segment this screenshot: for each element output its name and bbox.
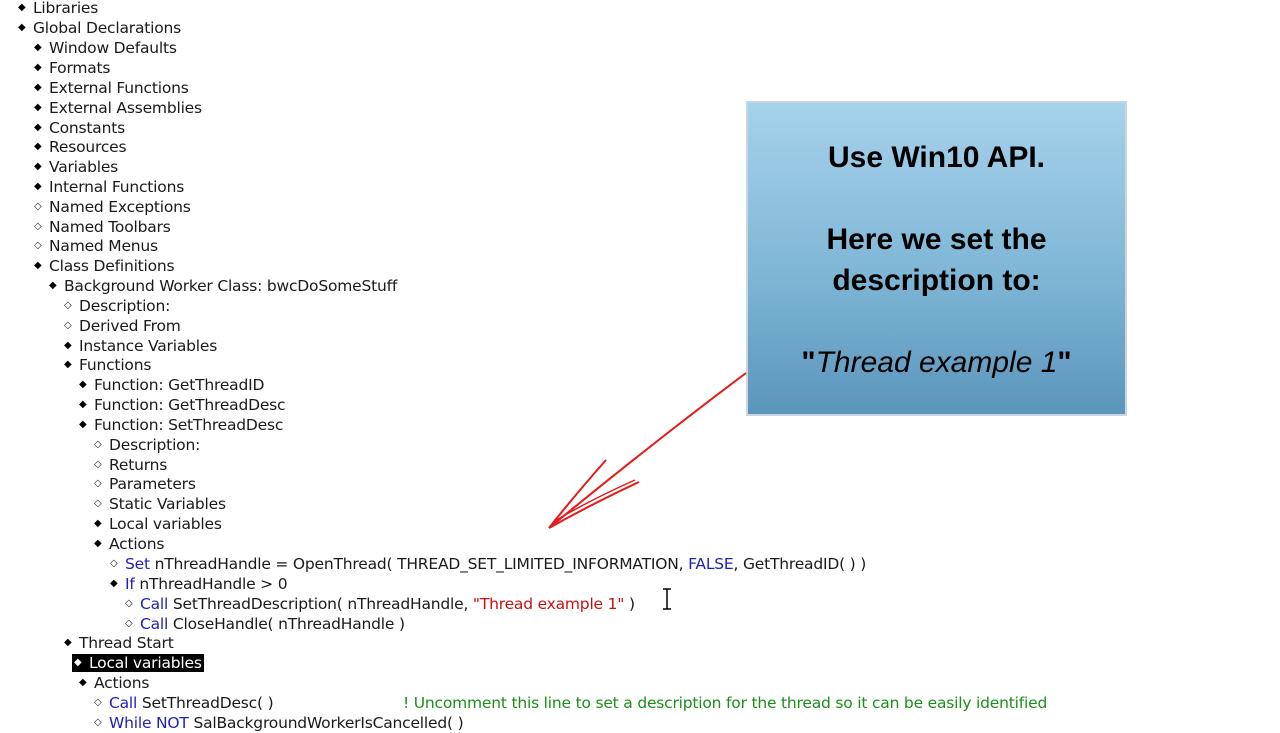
code-line-call-closehandle[interactable]: ◇ Call CloseHandle( nThreadHandle ) [125,614,405,634]
tree-item[interactable]: ◇ Description: [64,296,170,316]
hollow-diamond-icon: ◇ [94,459,102,470]
tree-item[interactable]: ◆ Function: GetThreadID [79,375,264,395]
code-line-set[interactable]: ◇ Set nThreadHandle = OpenThread( THREAD_… [110,554,866,574]
code-text: nThreadHandle > 0 [139,575,288,593]
tree-item[interactable]: ◇ Named Menus [34,236,158,256]
tree-item[interactable]: ◆ Actions [94,534,164,554]
hollow-diamond-icon: ◇ [34,221,42,232]
filled-diamond-icon: ◆ [74,657,82,668]
callout-box: Use Win10 API. Here we set the descripti… [746,101,1127,416]
tree-item[interactable]: ◇ Parameters [94,474,196,494]
code-line-call-setthreaddesc[interactable]: ◇ Call SetThreadDesc( ) [94,693,274,713]
tree-item[interactable]: ◆ Functions [64,355,151,375]
tree-item[interactable]: ◆ Window Defaults [34,38,177,58]
tree-item-thread-start[interactable]: ◆ Thread Start [64,633,174,653]
tree-item[interactable]: ◆ Internal Functions [34,177,184,197]
tree-item[interactable]: ◆ Function: GetThreadDesc [79,395,286,415]
filled-diamond-icon: ◆ [79,399,87,410]
keyword-if: If [125,575,135,593]
keyword-call: Call [140,595,169,613]
code-line-while[interactable]: ◇ While NOT SalBackgroundWorkerIsCancelle… [94,713,464,733]
filled-diamond-icon: ◆ [34,42,42,53]
filled-diamond-icon: ◆ [18,2,26,13]
hollow-diamond-icon: ◇ [94,498,102,509]
hollow-diamond-icon: ◇ [64,300,72,311]
callout-line-1: Use Win10 API. [827,141,1046,174]
callout-quote: "Thread example 1" [801,346,1072,379]
tree-item[interactable]: ◆ Formats [34,58,110,78]
filled-diamond-icon: ◆ [49,280,57,291]
selection-highlight: ◆ Local variables [72,654,204,672]
keyword-call: Call [109,694,138,712]
keyword-while-not: While NOT [109,714,189,732]
tree-item[interactable]: ◇ Returns [94,455,167,475]
hollow-diamond-icon: ◇ [125,598,133,609]
hollow-diamond-icon: ◇ [34,201,42,212]
filled-diamond-icon: ◆ [34,141,42,152]
hollow-diamond-icon: ◇ [94,439,102,450]
filled-diamond-icon: ◆ [64,359,72,370]
tree-item[interactable]: ◇ Named Toolbars [34,217,171,237]
code-text: nThreadHandle = OpenThread( THREAD_SET_L… [154,555,684,573]
filled-diamond-icon: ◆ [34,122,42,133]
keyword-set: Set [125,555,150,573]
tree-item[interactable]: ◆ Resources [34,137,127,157]
filled-diamond-icon: ◆ [64,637,72,648]
hollow-diamond-icon: ◇ [34,240,42,251]
tree-item[interactable]: ◆ External Assemblies [34,98,202,118]
code-line-if[interactable]: ◆ If nThreadHandle > 0 [110,574,288,594]
callout-line-3: description to: [832,264,1041,297]
tree-item[interactable]: ◆ Libraries [18,0,98,18]
tree-item-actions[interactable]: ◆ Actions [79,673,149,693]
code-text: CloseHandle( nThreadHandle ) [172,615,405,633]
tree-item[interactable]: ◇ Static Variables [94,494,226,514]
filled-diamond-icon: ◆ [34,260,42,271]
tree-item[interactable]: ◆ Class Definitions [34,256,175,276]
filled-diamond-icon: ◆ [79,419,87,430]
tree-item[interactable]: ◇ Named Exceptions [34,197,191,217]
hollow-diamond-icon: ◇ [94,478,102,489]
tree-item[interactable]: ◆ Local variables [94,514,222,534]
code-comment: ! Uncomment this line to set a descripti… [403,694,1048,712]
tree-item[interactable]: ◆ Function: SetThreadDesc [79,415,283,435]
tree-item[interactable]: ◆ External Functions [34,78,189,98]
keyword-call: Call [140,615,169,633]
filled-diamond-icon: ◆ [94,518,102,529]
code-text: SetThreadDesc( ) [141,694,274,712]
filled-diamond-icon: ◆ [94,538,102,549]
code-line-call-setthreaddescription[interactable]: ◇ Call SetThreadDescription( nThreadHandl… [125,594,635,614]
callout-quote-text: Thread example 1 [815,346,1058,379]
hollow-diamond-icon: ◇ [94,717,102,728]
code-text: ) [628,595,635,613]
tree-item[interactable]: ◆ Constants [34,118,125,138]
hollow-diamond-icon: ◇ [94,697,102,708]
tree-item[interactable]: ◆ Instance Variables [64,336,217,356]
filled-diamond-icon: ◆ [79,379,87,390]
filled-diamond-icon: ◆ [34,161,42,172]
tree-item-local-variables-selected[interactable]: ◆ Local variables [72,653,204,673]
callout-line-2: Here we set the [826,223,1047,256]
tree-item[interactable]: ◇ Description: [94,435,200,455]
hollow-diamond-icon: ◇ [125,618,133,629]
filled-diamond-icon: ◆ [18,22,26,33]
filled-diamond-icon: ◆ [34,102,42,113]
keyword-false: FALSE [688,555,734,573]
code-text: , GetThreadID( ) ) [733,555,867,573]
text-cursor-icon [663,588,671,610]
filled-diamond-icon: ◆ [79,677,87,688]
hollow-diamond-icon: ◇ [64,320,72,331]
tree-item[interactable]: ◆ Global Declarations [18,18,181,38]
filled-diamond-icon: ◆ [34,82,42,93]
filled-diamond-icon: ◆ [34,62,42,73]
hollow-diamond-icon: ◇ [110,558,118,569]
code-text: SetThreadDescription( nThreadHandle, [172,595,469,613]
filled-diamond-icon: ◆ [110,578,118,589]
filled-diamond-icon: ◆ [64,340,72,351]
tree-item[interactable]: ◆ Background Worker Class: bwcDoSomeStuff [49,276,397,296]
string-literal: "Thread example 1" [472,595,625,613]
filled-diamond-icon: ◆ [34,181,42,192]
code-text: SalBackgroundWorkerIsCancelled( ) [193,714,464,732]
tree-item[interactable]: ◆ Variables [34,157,118,177]
tree-item[interactable]: ◇ Derived From [64,316,181,336]
